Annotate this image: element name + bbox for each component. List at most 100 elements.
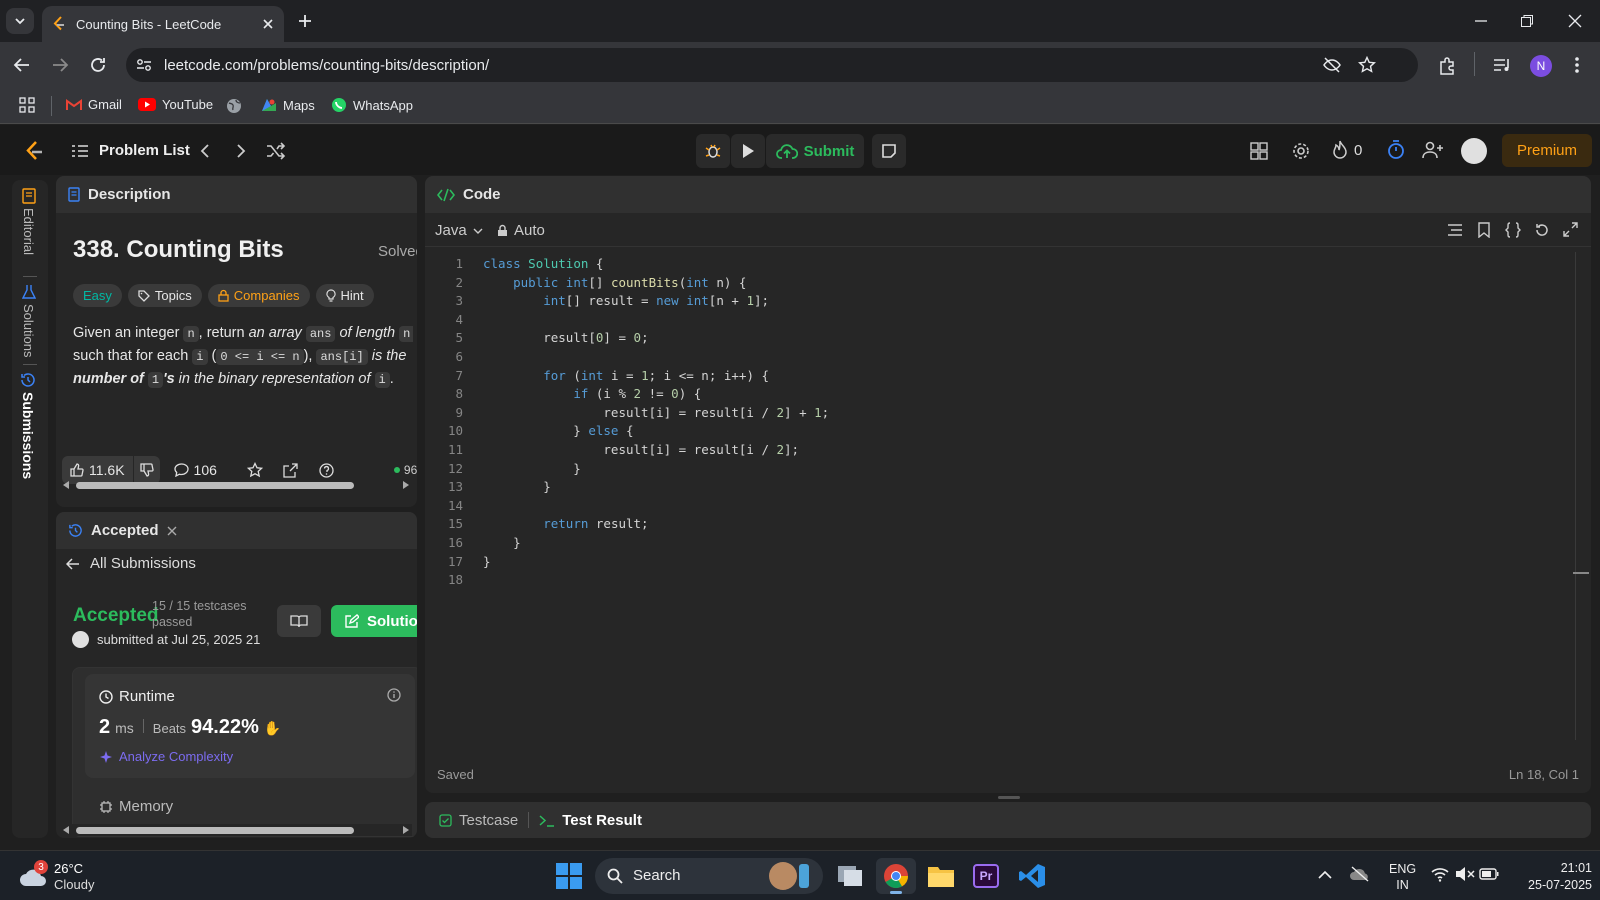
kebab-menu-icon[interactable] xyxy=(1574,56,1580,74)
debug-button[interactable] xyxy=(696,134,730,168)
bookmark-gmail[interactable]: Gmail xyxy=(66,97,122,112)
rail-item-submissions[interactable]: Submissions xyxy=(20,372,36,479)
test-result-tab[interactable]: Test Result xyxy=(539,812,642,829)
volume-muted-icon[interactable] xyxy=(1455,866,1475,882)
companies-tag[interactable]: Companies xyxy=(207,284,310,307)
file-explorer-icon[interactable] xyxy=(927,864,955,888)
restore-icon[interactable] xyxy=(1520,14,1534,28)
bookmark-star-icon[interactable] xyxy=(1358,56,1376,74)
streak-counter[interactable]: 0 xyxy=(1332,140,1362,160)
solution-button[interactable]: Solution xyxy=(331,605,417,637)
shuffle-icon[interactable] xyxy=(266,142,286,160)
help-circle-icon[interactable] xyxy=(319,462,334,478)
testcase-tab[interactable]: Testcase xyxy=(439,812,518,829)
prev-problem-icon[interactable] xyxy=(200,143,210,159)
auto-mode[interactable]: Auto xyxy=(497,222,545,239)
chrome-taskbar-app[interactable] xyxy=(876,858,916,894)
scrollbar-thumb[interactable] xyxy=(76,827,354,834)
problem-list-label: Problem List xyxy=(99,142,190,159)
extensions-puzzle-icon[interactable] xyxy=(1438,56,1458,76)
profile-avatar[interactable]: N xyxy=(1530,55,1552,77)
horizontal-scrollbar[interactable] xyxy=(62,824,412,836)
bookmark-whatsapp[interactable]: WhatsApp xyxy=(331,97,413,113)
expand-icon[interactable] xyxy=(1563,222,1578,237)
horizontal-scrollbar[interactable] xyxy=(62,479,412,491)
close-icon[interactable] xyxy=(167,526,177,536)
layout-icon[interactable] xyxy=(1250,142,1268,160)
timer-icon[interactable] xyxy=(1387,140,1405,160)
problem-list-link[interactable]: Problem List xyxy=(71,142,190,159)
comments-button[interactable]: 106 xyxy=(173,462,217,478)
forward-arrow-icon[interactable] xyxy=(51,57,69,73)
submit-button[interactable]: Submit xyxy=(766,134,864,168)
hint-tag[interactable]: Hint xyxy=(315,284,374,307)
windows-start-icon[interactable] xyxy=(556,863,582,889)
premium-button[interactable]: Premium xyxy=(1502,134,1592,167)
minimize-icon[interactable] xyxy=(1474,14,1488,28)
tab-search-button[interactable] xyxy=(6,8,34,34)
address-bar[interactable]: leetcode.com/problems/counting-bits/desc… xyxy=(126,48,1418,82)
task-view-icon[interactable] xyxy=(836,862,864,888)
add-user-icon[interactable] xyxy=(1422,141,1444,159)
eye-slash-icon[interactable] xyxy=(1322,56,1342,74)
scroll-left-icon[interactable] xyxy=(62,481,70,489)
all-submissions-link[interactable]: All Submissions xyxy=(66,555,196,572)
wifi-icon[interactable] xyxy=(1431,866,1449,882)
bookmark-youtube[interactable]: YouTube xyxy=(138,97,213,112)
gear-icon[interactable] xyxy=(1291,141,1311,161)
globe-icon[interactable] xyxy=(226,98,242,114)
editor-scroll-marker xyxy=(1573,572,1589,574)
description-tab[interactable]: Description xyxy=(88,186,171,203)
difficulty-badge[interactable]: Easy xyxy=(73,284,122,307)
editorial-button[interactable] xyxy=(277,605,321,637)
bookmark-label: Maps xyxy=(283,97,315,113)
system-clock[interactable]: 21:01 25-07-2025 xyxy=(1510,860,1592,894)
scroll-left-icon[interactable] xyxy=(62,826,70,834)
share-icon[interactable] xyxy=(283,462,298,478)
bookmark-maps[interactable]: Maps xyxy=(261,97,315,113)
scrollbar-thumb[interactable] xyxy=(76,482,354,489)
taskbar-search[interactable]: Search xyxy=(595,858,823,894)
apps-grid-icon[interactable] xyxy=(19,97,35,113)
rail-item-editorial[interactable]: Editorial xyxy=(21,188,36,255)
user-avatar[interactable] xyxy=(1461,138,1487,164)
reset-icon[interactable] xyxy=(1534,222,1550,238)
browser-tab[interactable]: Counting Bits - LeetCode xyxy=(42,6,284,42)
format-icon[interactable] xyxy=(1447,223,1463,237)
star-icon[interactable] xyxy=(246,462,263,478)
new-tab-plus-icon[interactable] xyxy=(297,13,313,29)
close-icon[interactable] xyxy=(262,18,274,30)
premiere-pro-icon[interactable]: Pr xyxy=(973,864,999,888)
scroll-right-icon[interactable] xyxy=(402,826,410,834)
language-select[interactable]: Java xyxy=(435,222,483,239)
battery-icon[interactable] xyxy=(1479,867,1499,881)
next-problem-icon[interactable] xyxy=(236,143,246,159)
weather-widget[interactable]: 3 26°C Cloudy xyxy=(18,860,128,894)
run-button[interactable] xyxy=(731,134,765,168)
chevron-up-icon[interactable] xyxy=(1318,870,1332,880)
accepted-tab[interactable]: Accepted xyxy=(91,522,159,539)
leetcode-logo-icon[interactable] xyxy=(24,140,44,162)
code-content[interactable]: class Solution { public int[] countBits(… xyxy=(483,255,829,571)
curly-braces-icon[interactable] xyxy=(1505,222,1521,238)
bookmark-icon[interactable] xyxy=(1478,222,1490,238)
code-tab[interactable]: Code xyxy=(463,186,501,203)
vscode-icon[interactable] xyxy=(1018,862,1046,890)
rail-item-solutions[interactable]: Solutions xyxy=(21,284,36,357)
analyze-complexity-link[interactable]: Analyze Complexity xyxy=(99,749,233,764)
problem-title[interactable]: 338. Counting Bits xyxy=(73,236,284,264)
window-close-icon[interactable] xyxy=(1568,14,1582,28)
language-indicator[interactable]: ENG IN xyxy=(1389,861,1416,893)
runtime-card[interactable]: Runtime 2 ms Beats 94.22% ✋ Analyze Comp… xyxy=(85,674,415,778)
notes-button[interactable] xyxy=(872,134,906,168)
site-settings-icon[interactable] xyxy=(136,58,152,72)
back-arrow-icon[interactable] xyxy=(13,57,31,73)
reload-icon[interactable] xyxy=(89,56,107,74)
scroll-right-icon[interactable] xyxy=(402,481,410,489)
media-queue-icon[interactable] xyxy=(1492,56,1512,74)
resize-handle[interactable] xyxy=(998,796,1020,799)
onedrive-offline-icon[interactable] xyxy=(1349,866,1371,882)
topics-tag[interactable]: Topics xyxy=(127,284,202,307)
editor-scroll-track[interactable] xyxy=(1575,252,1576,740)
info-icon[interactable] xyxy=(387,688,401,702)
